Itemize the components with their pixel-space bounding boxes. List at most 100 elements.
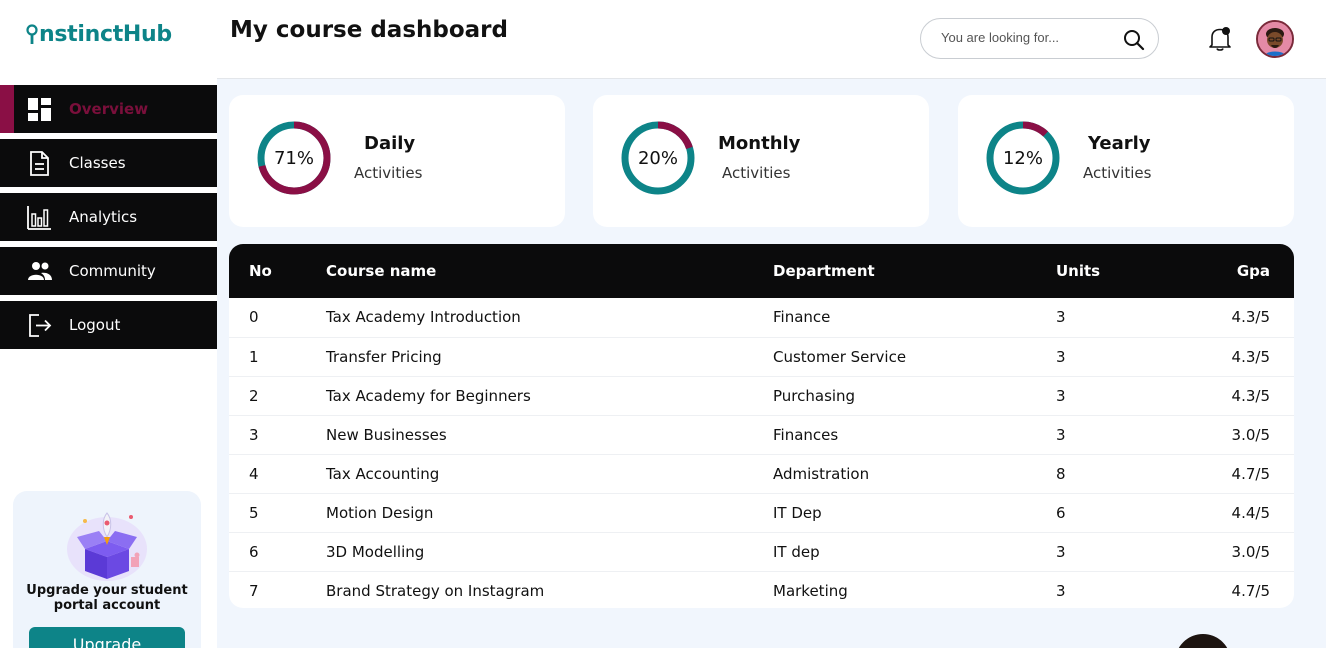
table-header-row: No Course name Department Units Gpa [229,244,1294,298]
sidebar-item-logout[interactable]: Logout [0,301,217,349]
stat-value: 71% [273,147,314,169]
stat-card-yearly: 12% Yearly Activities [958,95,1294,227]
cell-course-name: Transfer Pricing [326,347,442,366]
cell-course-name: Tax Accounting [326,464,440,483]
logout-icon [29,313,52,337]
cell-department: Purchasing [773,386,856,405]
people-icon [28,261,52,280]
cell-department: IT dep [773,542,820,561]
rocket-box-illustration [67,512,147,581]
sidebar-item-label: Community [69,262,156,280]
cell-gpa: 4.7/5 [1231,581,1270,600]
cell-gpa: 3.0/5 [1231,542,1270,561]
cell-no: 5 [249,503,259,522]
bulb-icon [26,23,38,46]
search-input[interactable] [941,30,1121,45]
cell-units: 3 [1056,347,1066,366]
cell-units: 6 [1056,503,1066,522]
stat-title: Daily [364,133,416,154]
stat-title: Yearly [1088,133,1151,154]
sidebar-item-label: Analytics [69,208,138,226]
cell-course-name: Tax Academy Introduction [326,308,521,327]
cell-gpa: 4.3/5 [1231,386,1270,405]
cell-course-name: 3D Modelling [326,542,425,561]
document-icon [30,150,49,176]
cell-department: Finance [773,308,831,327]
column-header-no[interactable]: No [229,244,326,298]
upgrade-title: Upgrade your student portal account [26,583,188,613]
cell-course-name: Motion Design [326,503,434,522]
person-illustration [1175,634,1231,648]
sidebar: nstinctHub Overview Classes Analytics Co… [0,0,217,648]
sidebar-item-label: Overview [69,100,149,118]
cell-no: 0 [249,308,259,327]
cell-units: 8 [1056,464,1066,483]
cell-course-name: Tax Academy for Beginners [326,386,531,405]
column-header-units[interactable]: Units [1056,244,1206,298]
stat-value: 20% [637,147,678,169]
sidebar-item-overview[interactable]: Overview [0,85,217,133]
upgrade-button[interactable]: Upgrade [29,627,185,648]
cell-course-name: New Businesses [326,425,447,444]
cell-no: 6 [249,542,259,561]
stat-subtitle: Activities [722,164,791,182]
cell-no: 3 [249,425,259,444]
top-header: My course dashboard [217,0,1326,79]
cell-units: 3 [1056,425,1066,444]
stat-subtitle: Activities [354,164,423,182]
cell-no: 2 [249,386,259,405]
cell-department: IT Dep [773,503,822,522]
sidebar-item-label: Classes [69,154,126,172]
sidebar-nav: Overview Classes Analytics Community Log… [0,85,217,355]
stat-subtitle: Activities [1083,164,1152,182]
cell-no: 7 [249,581,259,600]
column-header-department[interactable]: Department [773,244,1056,298]
cell-gpa: 4.3/5 [1231,347,1270,366]
column-header-course-name[interactable]: Course name [326,244,773,298]
stat-card-daily: 71% Daily Activities [229,95,565,227]
column-header-gpa[interactable]: Gpa [1206,244,1294,298]
table-row[interactable]: 0 Tax Academy Introduction Finance 3 4.3… [229,298,1294,337]
cell-department: Finances [773,425,839,444]
table-row[interactable]: 4 Tax Accounting Admistration 8 4.7/5 [229,454,1294,493]
courses-table: No Course name Department Units Gpa 0 Ta… [229,244,1294,608]
table-row[interactable]: 1 Transfer Pricing Customer Service 3 4.… [229,337,1294,376]
cell-gpa: 4.3/5 [1231,308,1270,327]
cell-course-name: Brand Strategy on Instagram [326,581,545,600]
search-icon[interactable] [1123,29,1145,51]
user-avatar[interactable] [1256,20,1294,58]
cell-department: Customer Service [773,347,907,366]
cell-gpa: 4.4/5 [1231,503,1270,522]
notification-bell-icon[interactable] [1208,26,1232,52]
stat-card-monthly: 20% Monthly Activities [593,95,929,227]
sidebar-item-analytics[interactable]: Analytics [0,193,217,241]
table-row[interactable]: 2 Tax Academy for Beginners Purchasing 3… [229,376,1294,415]
cell-gpa: 3.0/5 [1231,425,1270,444]
sidebar-item-label: Logout [69,316,121,334]
cell-no: 4 [249,464,259,483]
page-title: My course dashboard [230,17,508,43]
cell-department: Admistration [773,464,870,483]
stat-title: Monthly [718,133,801,154]
stat-value: 12% [1002,147,1043,169]
avatar-image [1258,22,1292,56]
search-box[interactable] [920,18,1159,59]
upgrade-card: Upgrade your student portal account Upgr… [13,491,201,648]
brand-logo[interactable]: nstinctHub [26,22,172,47]
cell-no: 1 [249,347,259,366]
cell-department: Marketing [773,581,848,600]
dashboard-icon [28,97,51,121]
cell-gpa: 4.7/5 [1231,464,1270,483]
table-row[interactable]: 7 Brand Strategy on Instagram Marketing … [229,571,1294,608]
sidebar-item-community[interactable]: Community [0,247,217,295]
table-row[interactable]: 5 Motion Design IT Dep 6 4.4/5 [229,493,1294,532]
cell-units: 3 [1056,581,1066,600]
brand-name: nstinctHub [39,22,172,47]
table-row[interactable]: 6 3D Modelling IT dep 3 3.0/5 [229,532,1294,571]
table-row[interactable]: 3 New Businesses Finances 3 3.0/5 [229,415,1294,454]
cell-units: 3 [1056,386,1066,405]
sidebar-item-classes[interactable]: Classes [0,139,217,187]
cell-units: 3 [1056,542,1066,561]
bar-chart-icon [27,205,51,230]
cell-units: 3 [1056,308,1066,327]
